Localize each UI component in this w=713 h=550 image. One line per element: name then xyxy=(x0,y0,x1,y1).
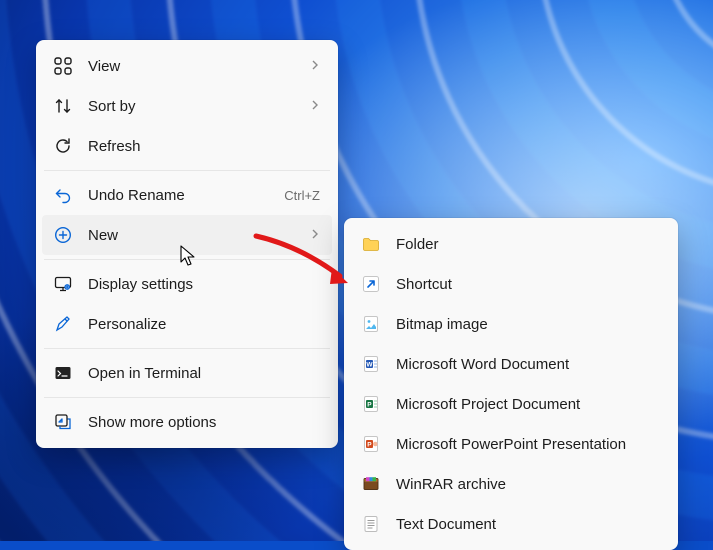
menu-item-view[interactable]: View xyxy=(42,46,332,86)
svg-text:P: P xyxy=(367,441,372,448)
chevron-right-icon xyxy=(310,98,320,115)
refresh-icon xyxy=(52,135,74,157)
shortcut-icon xyxy=(360,273,382,295)
submenu-item-folder[interactable]: Folder xyxy=(350,224,672,264)
menu-item-label: Folder xyxy=(396,236,660,253)
menu-item-new[interactable]: New xyxy=(42,215,332,255)
new-submenu: Folder Shortcut Bitmap image W xyxy=(344,218,678,550)
sort-icon xyxy=(52,95,74,117)
menu-item-display-settings[interactable]: Display settings xyxy=(42,264,332,304)
display-settings-icon xyxy=(52,273,74,295)
menu-item-label: Microsoft Word Document xyxy=(396,356,660,373)
text-document-icon xyxy=(360,513,382,535)
new-icon xyxy=(52,224,74,246)
menu-separator xyxy=(44,397,330,398)
powerpoint-icon: P xyxy=(360,433,382,455)
menu-item-label: Open in Terminal xyxy=(88,365,320,382)
submenu-item-project[interactable]: P Microsoft Project Document xyxy=(350,384,672,424)
svg-text:W: W xyxy=(366,361,373,368)
menu-item-undo-rename[interactable]: Undo Rename Ctrl+Z xyxy=(42,175,332,215)
menu-item-label: Sort by xyxy=(88,98,302,115)
menu-item-label: Display settings xyxy=(88,276,320,293)
submenu-item-text[interactable]: Text Document xyxy=(350,504,672,544)
chevron-right-icon xyxy=(310,227,320,244)
menu-item-label: Personalize xyxy=(88,316,320,333)
personalize-icon xyxy=(52,313,74,335)
folder-icon xyxy=(360,233,382,255)
submenu-item-winrar[interactable]: WinRAR archive xyxy=(350,464,672,504)
desktop-context-menu: View Sort by Refresh xyxy=(36,40,338,448)
svg-text:P: P xyxy=(367,401,372,408)
menu-item-label: Refresh xyxy=(88,138,320,155)
menu-item-show-more-options[interactable]: Show more options xyxy=(42,402,332,442)
menu-separator xyxy=(44,348,330,349)
menu-item-label: Microsoft PowerPoint Presentation xyxy=(396,436,660,453)
menu-item-label: Microsoft Project Document xyxy=(396,396,660,413)
bitmap-icon xyxy=(360,313,382,335)
submenu-item-powerpoint[interactable]: P Microsoft PowerPoint Presentation xyxy=(350,424,672,464)
terminal-icon xyxy=(52,362,74,384)
menu-item-label: Shortcut xyxy=(396,276,660,293)
menu-separator xyxy=(44,170,330,171)
project-icon: P xyxy=(360,393,382,415)
menu-item-personalize[interactable]: Personalize xyxy=(42,304,332,344)
word-icon: W xyxy=(360,353,382,375)
menu-item-label: Bitmap image xyxy=(396,316,660,333)
menu-item-label: Show more options xyxy=(88,414,320,431)
menu-item-label: WinRAR archive xyxy=(396,476,660,493)
menu-separator xyxy=(44,259,330,260)
view-icon xyxy=(52,55,74,77)
menu-item-label: New xyxy=(88,227,302,244)
submenu-item-bitmap[interactable]: Bitmap image xyxy=(350,304,672,344)
menu-item-refresh[interactable]: Refresh xyxy=(42,126,332,166)
submenu-item-word[interactable]: W Microsoft Word Document xyxy=(350,344,672,384)
undo-icon xyxy=(52,184,74,206)
menu-item-label: Text Document xyxy=(396,516,660,533)
menu-item-open-in-terminal[interactable]: Open in Terminal xyxy=(42,353,332,393)
chevron-right-icon xyxy=(310,58,320,75)
menu-item-sort-by[interactable]: Sort by xyxy=(42,86,332,126)
winrar-icon xyxy=(360,473,382,495)
submenu-item-shortcut[interactable]: Shortcut xyxy=(350,264,672,304)
menu-item-label: Undo Rename xyxy=(88,187,276,204)
menu-item-label: View xyxy=(88,58,302,75)
show-more-icon xyxy=(52,411,74,433)
keyboard-shortcut: Ctrl+Z xyxy=(284,188,320,203)
